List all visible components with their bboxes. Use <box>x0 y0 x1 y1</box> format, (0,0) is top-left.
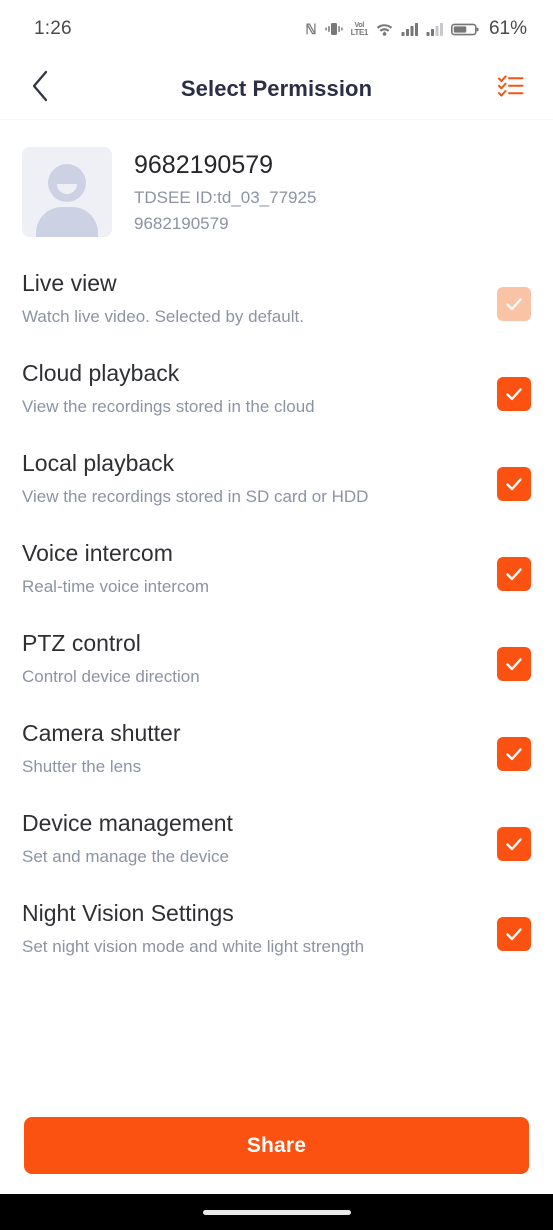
permission-row-voice-intercom[interactable]: Voice intercom Real-time voice intercom <box>22 538 531 628</box>
permission-text: Voice intercom Real-time voice intercom <box>22 538 209 597</box>
permission-row-live-view[interactable]: Live view Watch live video. Selected by … <box>22 268 531 358</box>
check-icon <box>503 473 525 495</box>
page-title: Select Permission <box>180 75 373 101</box>
permission-text: PTZ control Control device direction <box>22 628 200 687</box>
permission-row-local-playback[interactable]: Local playback View the recordings store… <box>22 448 531 538</box>
back-button[interactable] <box>18 67 62 111</box>
battery-icon <box>450 22 479 37</box>
permission-description: Watch live video. Selected by default. <box>22 306 304 326</box>
permission-row-device-management[interactable]: Device management Set and manage the dev… <box>22 808 531 898</box>
permission-title: Camera shutter <box>22 720 181 746</box>
permission-title: PTZ control <box>22 630 141 656</box>
signal-icon-1 <box>401 21 419 37</box>
permission-title: Night Vision Settings <box>22 900 234 926</box>
check-icon <box>503 923 525 945</box>
home-gesture-pill[interactable] <box>202 1209 351 1215</box>
permission-title: Device management <box>22 810 233 836</box>
profile-name: 9682190579 <box>134 151 274 179</box>
permission-checkbox-cloud-playback[interactable] <box>497 377 531 411</box>
permission-title: Voice intercom <box>22 540 173 566</box>
permission-text: Camera shutter Shutter the lens <box>22 718 181 777</box>
permission-row-ptz-control[interactable]: PTZ control Control device direction <box>22 628 531 718</box>
permission-row-night-vision-settings[interactable]: Night Vision Settings Set night vision m… <box>22 898 531 988</box>
permission-title: Live view <box>22 270 117 296</box>
permission-checkbox-camera-shutter[interactable] <box>497 737 531 771</box>
signal-icon-2 <box>426 21 444 37</box>
check-icon <box>503 293 525 315</box>
permission-checkbox-voice-intercom[interactable] <box>497 557 531 591</box>
permission-description: Real-time voice intercom <box>22 576 210 596</box>
share-button[interactable]: Share <box>24 1117 529 1174</box>
select-all-button[interactable] <box>491 69 531 109</box>
check-icon <box>503 833 525 855</box>
permission-title: Cloud playback <box>22 360 180 386</box>
permission-description: Control device direction <box>22 666 200 686</box>
permission-text: Live view Watch live video. Selected by … <box>22 268 304 327</box>
check-icon <box>503 563 525 585</box>
profile-tdsee-id: TDSEE ID:td_03_77925 <box>134 188 317 208</box>
permission-text: Night Vision Settings Set night vision m… <box>22 898 364 957</box>
avatar <box>22 147 112 237</box>
volte-line-2: LTE1 <box>350 27 369 37</box>
check-icon <box>503 653 525 675</box>
permission-title: Local playback <box>22 450 175 476</box>
chevron-left-icon <box>29 69 51 108</box>
permission-description: Shutter the lens <box>22 756 142 776</box>
permission-row-cloud-playback[interactable]: Cloud playback View the recordings store… <box>22 358 531 448</box>
status-bar: 1:26 ℕ Vol LTE1 61% <box>0 0 553 58</box>
permission-description: Set and manage the device <box>22 846 229 866</box>
app-header: Select Permission <box>0 58 553 120</box>
check-icon <box>503 383 525 405</box>
permission-text: Local playback View the recordings store… <box>22 448 368 507</box>
checklist-icon <box>496 71 526 106</box>
wifi-icon <box>375 21 394 37</box>
profile-section: 9682190579 TDSEE ID:td_03_77925 96821905… <box>0 120 553 237</box>
permission-checkbox-ptz-control[interactable] <box>497 647 531 681</box>
permission-text: Cloud playback View the recordings store… <box>22 358 315 417</box>
permission-checkbox-live-view <box>497 287 531 321</box>
permission-list: Live view Watch live video. Selected by … <box>0 268 553 988</box>
nfc-icon: ℕ <box>305 21 317 37</box>
profile-phone: 9682190579 <box>134 213 229 233</box>
permission-checkbox-local-playback[interactable] <box>497 467 531 501</box>
status-bar-icons: ℕ Vol LTE1 61% <box>305 18 527 40</box>
volte-icon: Vol LTE1 <box>350 22 369 37</box>
battery-percentage: 61% <box>488 18 527 39</box>
permission-row-camera-shutter[interactable]: Camera shutter Shutter the lens <box>22 718 531 808</box>
permission-text: Device management Set and manage the dev… <box>22 808 233 867</box>
status-bar-time: 1:26 <box>34 18 72 39</box>
permission-description: Set night vision mode and white light st… <box>22 936 365 956</box>
permission-checkbox-night-vision-settings[interactable] <box>497 917 531 951</box>
permission-description: View the recordings stored in SD card or… <box>22 486 369 506</box>
check-icon <box>503 743 525 765</box>
vibrate-icon <box>324 21 344 37</box>
permission-description: View the recordings stored in the cloud <box>22 396 315 416</box>
profile-info: 9682190579 TDSEE ID:td_03_77925 96821905… <box>112 147 316 236</box>
system-navigation-bar <box>0 1194 553 1230</box>
permission-checkbox-device-management[interactable] <box>497 827 531 861</box>
